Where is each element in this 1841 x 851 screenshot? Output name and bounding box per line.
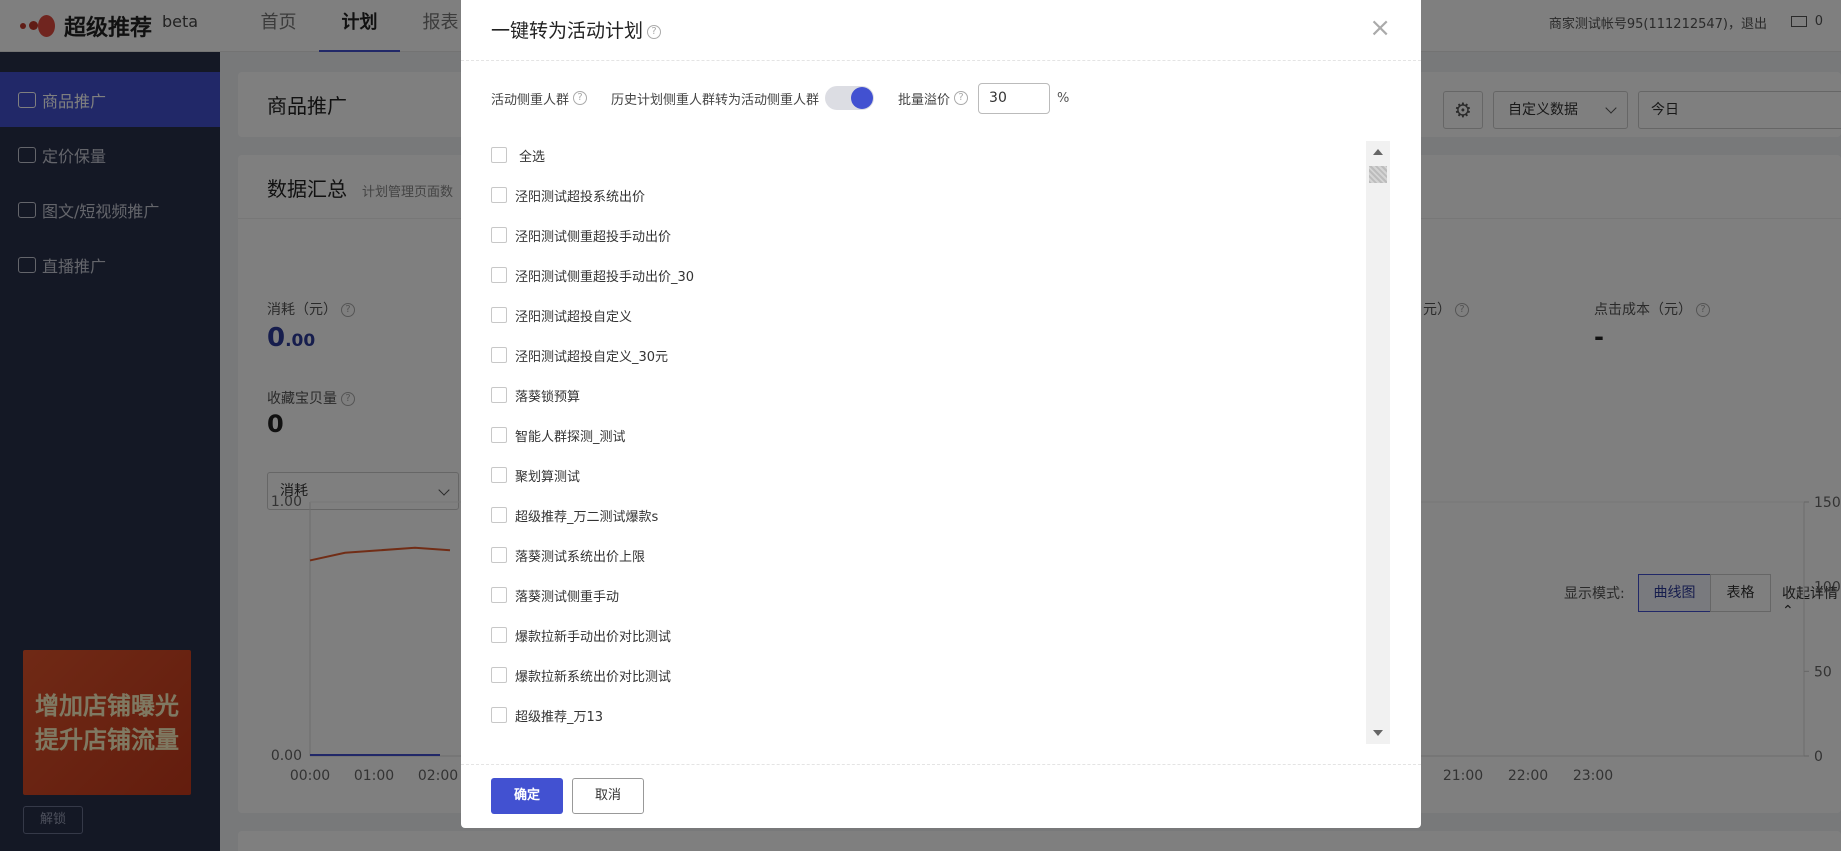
plan-row[interactable]: 泾阳测试侧重超投手动出价 <box>491 223 671 247</box>
plan-checkbox[interactable] <box>491 387 507 403</box>
plan-checkbox[interactable] <box>491 547 507 563</box>
history-crowd-label: 历史计划侧重人群转为活动侧重人群 <box>611 92 820 108</box>
plan-label: 爆款拉新系统出价对比测试 <box>515 669 672 685</box>
scroll-down-icon[interactable] <box>1373 730 1383 736</box>
history-crowd-toggle[interactable] <box>825 86 875 110</box>
toggle-knob <box>851 87 874 109</box>
plan-label: 落葵测试侧重手动 <box>515 589 620 605</box>
percent-unit: % <box>1057 90 1070 106</box>
plan-row[interactable]: 落葵锁预算 <box>491 383 580 407</box>
crowd-label: 活动侧重人群 <box>491 92 570 108</box>
plan-row[interactable]: 落葵测试侧重手动 <box>491 583 619 607</box>
plan-label: 泾阳测试超投自定义_30元 <box>515 349 669 365</box>
plan-label: 智能人群探测_测试 <box>515 429 626 445</box>
plan-checkbox[interactable] <box>491 347 507 363</box>
plan-checkbox[interactable] <box>491 587 507 603</box>
plan-row[interactable]: 泾阳测试超投系统出价 <box>491 183 645 207</box>
premium-label: 批量溢价 <box>898 92 951 108</box>
plan-label: 落葵锁预算 <box>515 389 581 405</box>
divider <box>461 764 1421 765</box>
plan-row[interactable]: 智能人群探测_测试 <box>491 423 626 447</box>
premium-input[interactable]: 30 <box>978 82 1051 114</box>
plan-checkbox[interactable] <box>491 227 507 243</box>
plan-row[interactable]: 落葵测试系统出价上限 <box>491 543 645 567</box>
plan-checkbox[interactable] <box>491 307 507 323</box>
help-icon[interactable]: ? <box>647 24 662 39</box>
plan-row[interactable]: 爆款拉新系统出价对比测试 <box>491 663 671 687</box>
select-all-checkbox[interactable] <box>491 147 507 163</box>
plan-label: 超级推荐_万二测试爆款s <box>515 509 659 525</box>
plan-row[interactable]: 泾阳测试侧重超投手动出价_30 <box>491 263 694 287</box>
plan-label: 落葵测试系统出价上限 <box>515 549 646 565</box>
plan-checkbox[interactable] <box>491 707 507 723</box>
select-all-row[interactable]: 全选 <box>491 143 545 167</box>
plan-checkbox[interactable] <box>491 187 507 203</box>
plan-row[interactable]: 超级推荐_万13 <box>491 703 603 727</box>
plan-checkbox[interactable] <box>491 267 507 283</box>
plan-checkbox[interactable] <box>491 667 507 683</box>
plan-row[interactable]: 爆款拉新手动出价对比测试 <box>491 623 671 647</box>
help-icon[interactable]: ? <box>573 91 588 105</box>
plan-checkbox[interactable] <box>491 467 507 483</box>
plan-row[interactable]: 超级推荐_万二测试爆款s <box>491 503 658 527</box>
cancel-button[interactable]: 取消 <box>572 778 644 814</box>
plan-label: 泾阳测试侧重超投手动出价 <box>515 229 672 245</box>
plan-checkbox[interactable] <box>491 627 507 643</box>
dialog-title: 一键转为活动计划? <box>491 16 662 43</box>
plan-label: 泾阳测试超投自定义 <box>515 309 633 325</box>
select-all-label: 全选 <box>519 149 546 165</box>
plan-label: 泾阳测试超投系统出价 <box>515 189 646 205</box>
plan-row[interactable]: 泾阳测试超投自定义_30元 <box>491 343 668 367</box>
scroll-thumb[interactable] <box>1369 166 1387 183</box>
options-row: 活动侧重人群 ? 历史计划侧重人群转为活动侧重人群 批量溢价 ? 30 % <box>491 82 1070 114</box>
convert-to-campaign-dialog: 一键转为活动计划? × 活动侧重人群 ? 历史计划侧重人群转为活动侧重人群 批量… <box>461 0 1421 828</box>
confirm-button[interactable]: 确定 <box>491 778 563 814</box>
list-scrollbar[interactable] <box>1366 141 1390 744</box>
plan-checkbox[interactable] <box>491 427 507 443</box>
plan-label: 聚划算测试 <box>515 469 581 485</box>
plan-list: 全选 泾阳测试超投系统出价泾阳测试侧重超投手动出价泾阳测试侧重超投手动出价_30… <box>491 137 1381 743</box>
divider <box>461 60 1421 61</box>
plan-row[interactable]: 聚划算测试 <box>491 463 580 487</box>
help-icon[interactable]: ? <box>954 91 969 105</box>
plan-label: 泾阳测试侧重超投手动出价_30 <box>515 269 695 285</box>
scroll-up-icon[interactable] <box>1373 149 1383 155</box>
plan-label: 超级推荐_万13 <box>515 709 604 725</box>
close-icon[interactable]: × <box>1369 14 1391 42</box>
plan-label: 爆款拉新手动出价对比测试 <box>515 629 672 645</box>
plan-row[interactable]: 泾阳测试超投自定义 <box>491 303 632 327</box>
plan-checkbox[interactable] <box>491 507 507 523</box>
